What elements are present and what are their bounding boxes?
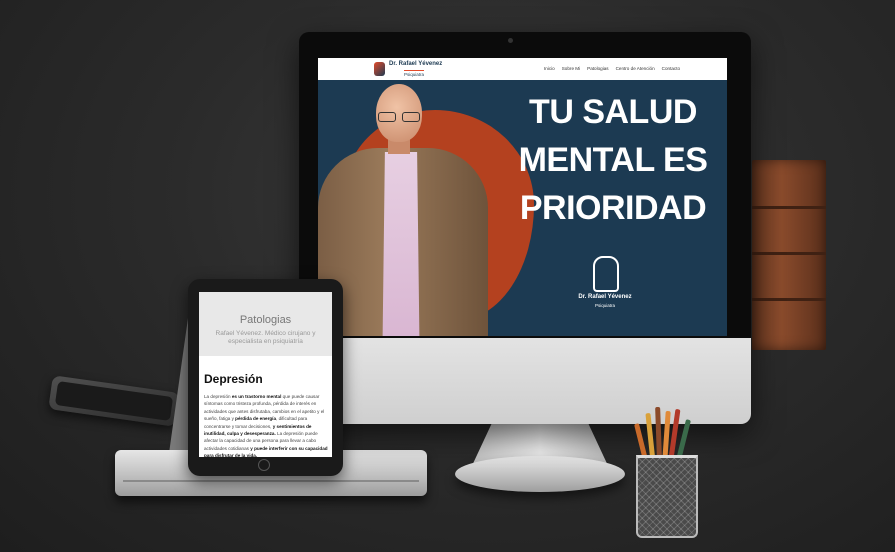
hero-headline: TU SALUD MENTAL ES PRIORIDAD [518, 93, 708, 227]
psychiatry-logo-icon [593, 256, 619, 292]
brand-name[interactable]: Dr. Rafael Yévenez [389, 61, 442, 67]
hero-logo-subtitle: Psiquiatra [594, 303, 615, 308]
site-navbar: Dr. Rafael Yévenez Psiquiatra Inicio Sob… [318, 58, 727, 80]
tablet-body-text: La depresión es un trastorno mental que … [204, 394, 328, 457]
imac-stand-base [455, 456, 625, 492]
tablet-header: Patologias Rafael Yévenez. Médico ciruja… [199, 292, 332, 356]
nav-item-inicio[interactable]: Inicio [544, 66, 555, 71]
wooden-crate [752, 160, 826, 350]
tablet-home-button[interactable] [258, 459, 270, 471]
nav-item-contacto[interactable]: Contacto [662, 66, 680, 71]
tablet-subtitle: Rafael Yévenez. Médico cirujano y especi… [215, 330, 316, 345]
tablet-title: Patologias [239, 314, 292, 326]
hero-logo-name: Dr. Rafael Yévenez [578, 294, 632, 300]
smartphone [48, 375, 180, 427]
tablet-screen: Patologias Rafael Yévenez. Médico ciruja… [199, 292, 332, 457]
doctor-photo [318, 80, 488, 336]
nav-item-sobre-mi[interactable]: Sobre Mi [562, 66, 580, 71]
brand-logo-icon[interactable] [374, 62, 385, 76]
nav-item-patologias[interactable]: Patologias [587, 66, 608, 71]
nav-menu: Inicio Sobre Mi Patologias Centro de Ate… [544, 66, 680, 71]
brand-subtitle: Psiquiatra [404, 70, 425, 77]
pencil-cup [636, 455, 698, 538]
tablet-heading: Depresión [204, 372, 263, 386]
nav-item-centro-atencion[interactable]: Centro de Atención [616, 66, 655, 71]
website-screen: Dr. Rafael Yévenez Psiquiatra Inicio Sob… [318, 58, 727, 336]
camera-icon [508, 38, 513, 43]
